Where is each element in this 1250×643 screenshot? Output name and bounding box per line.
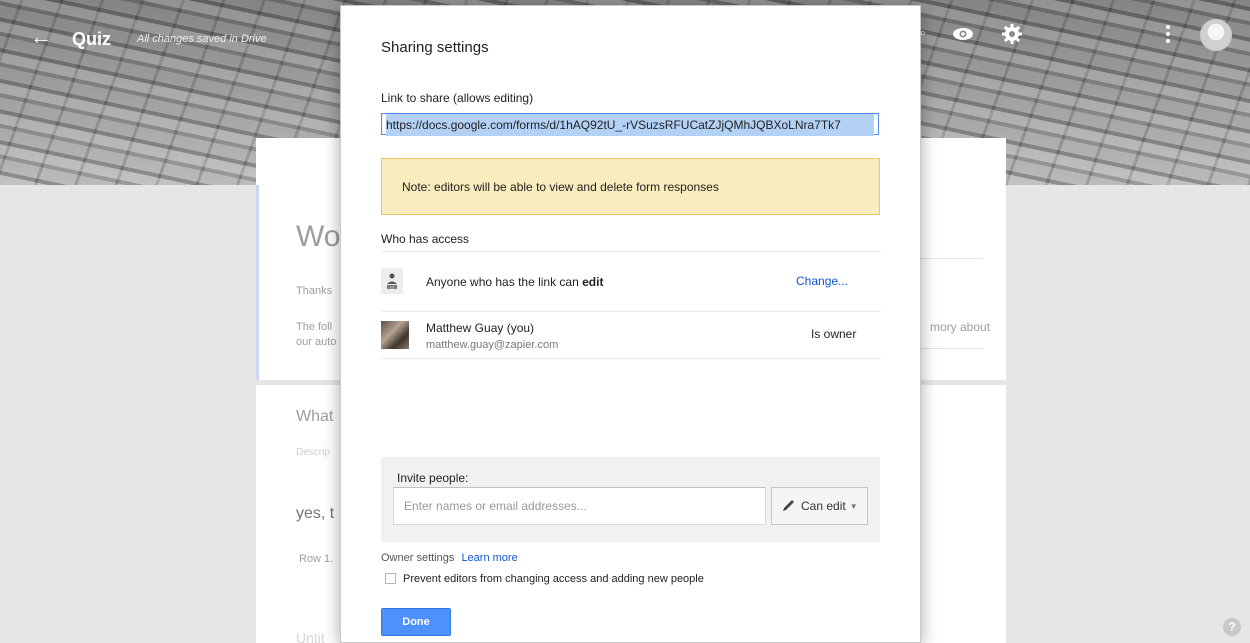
form-intro-line-2: our auto — [296, 336, 337, 348]
form-title: Quiz — [72, 29, 111, 49]
preview-eye-icon[interactable] — [952, 27, 974, 41]
link-to-share-label: Link to share (allows editing) — [381, 91, 534, 105]
permission-label: Can edit — [801, 499, 846, 513]
link-access-description: Anyone who has the link can edit — [426, 275, 603, 289]
who-has-access-heading: Who has access — [381, 232, 470, 246]
question-answer: yes, t — [296, 505, 335, 522]
form-heading: Wo — [296, 220, 341, 253]
more-vert-icon[interactable] — [1165, 24, 1171, 44]
form-intro-text: The foll our auto — [296, 320, 336, 350]
grid-row-label: Row 1. — [299, 553, 334, 565]
prevent-editors-checkbox[interactable] — [385, 573, 396, 584]
svg-text:GO: GO — [390, 286, 395, 290]
owner-settings-row: Owner settings Learn more — [381, 552, 518, 564]
editor-warning-note: Note: editors will be able to view and d… — [381, 158, 880, 215]
link-access-level: edit — [582, 275, 604, 289]
save-status: All changes saved in Drive — [137, 33, 267, 45]
question-title: What — [296, 408, 334, 425]
invite-people-section: Invite people: Enter names or email addr… — [381, 457, 880, 542]
access-divider — [381, 251, 881, 252]
chevron-down-icon: ▼ — [849, 502, 858, 511]
question-description: Descrip — [296, 447, 330, 458]
owner-settings-label: Owner settings — [381, 552, 455, 564]
share-link-field[interactable]: https://docs.google.com/forms/d/1hAQ92tU… — [381, 113, 879, 136]
done-button[interactable]: Done — [381, 608, 451, 636]
pencil-icon — [783, 500, 794, 511]
help-icon[interactable]: ? — [1223, 618, 1241, 636]
untitled-question: Untit — [296, 630, 325, 643]
form-description: Thanks — [296, 285, 333, 297]
prevent-editors-label[interactable]: Prevent editors from changing access and… — [403, 573, 704, 585]
back-arrow-icon[interactable]: ← — [30, 26, 52, 48]
permission-dropdown[interactable]: Can edit ▼ — [771, 487, 868, 525]
change-access-link[interactable]: Change... — [796, 274, 848, 288]
form-divider — [921, 348, 983, 349]
invite-people-label: Invite people: — [397, 471, 469, 485]
owner-avatar — [381, 321, 409, 349]
sharing-settings-dialog: Sharing settings Link to share (allows e… — [340, 5, 921, 643]
owner-email: matthew.guay@zapier.com — [426, 339, 559, 351]
owner-role: Is owner — [811, 327, 857, 341]
invite-email-input[interactable]: Enter names or email addresses... — [393, 487, 766, 525]
access-divider — [381, 358, 881, 359]
share-link-text: https://docs.google.com/forms/d/1hAQ92tU… — [386, 114, 874, 136]
form-intro-text-right: mory about — [930, 320, 991, 334]
anyone-with-link-icon: GO — [381, 268, 403, 294]
dialog-title: Sharing settings — [381, 39, 489, 56]
learn-more-link[interactable]: Learn more — [461, 552, 517, 564]
access-divider — [381, 311, 881, 312]
link-access-text: Anyone who has the link can — [426, 275, 583, 289]
form-divider — [921, 258, 983, 259]
settings-gear-icon[interactable] — [1002, 24, 1022, 44]
form-intro-line-1: The foll — [296, 321, 333, 333]
account-avatar[interactable] — [1200, 19, 1232, 51]
owner-name: Matthew Guay (you) — [426, 321, 535, 335]
